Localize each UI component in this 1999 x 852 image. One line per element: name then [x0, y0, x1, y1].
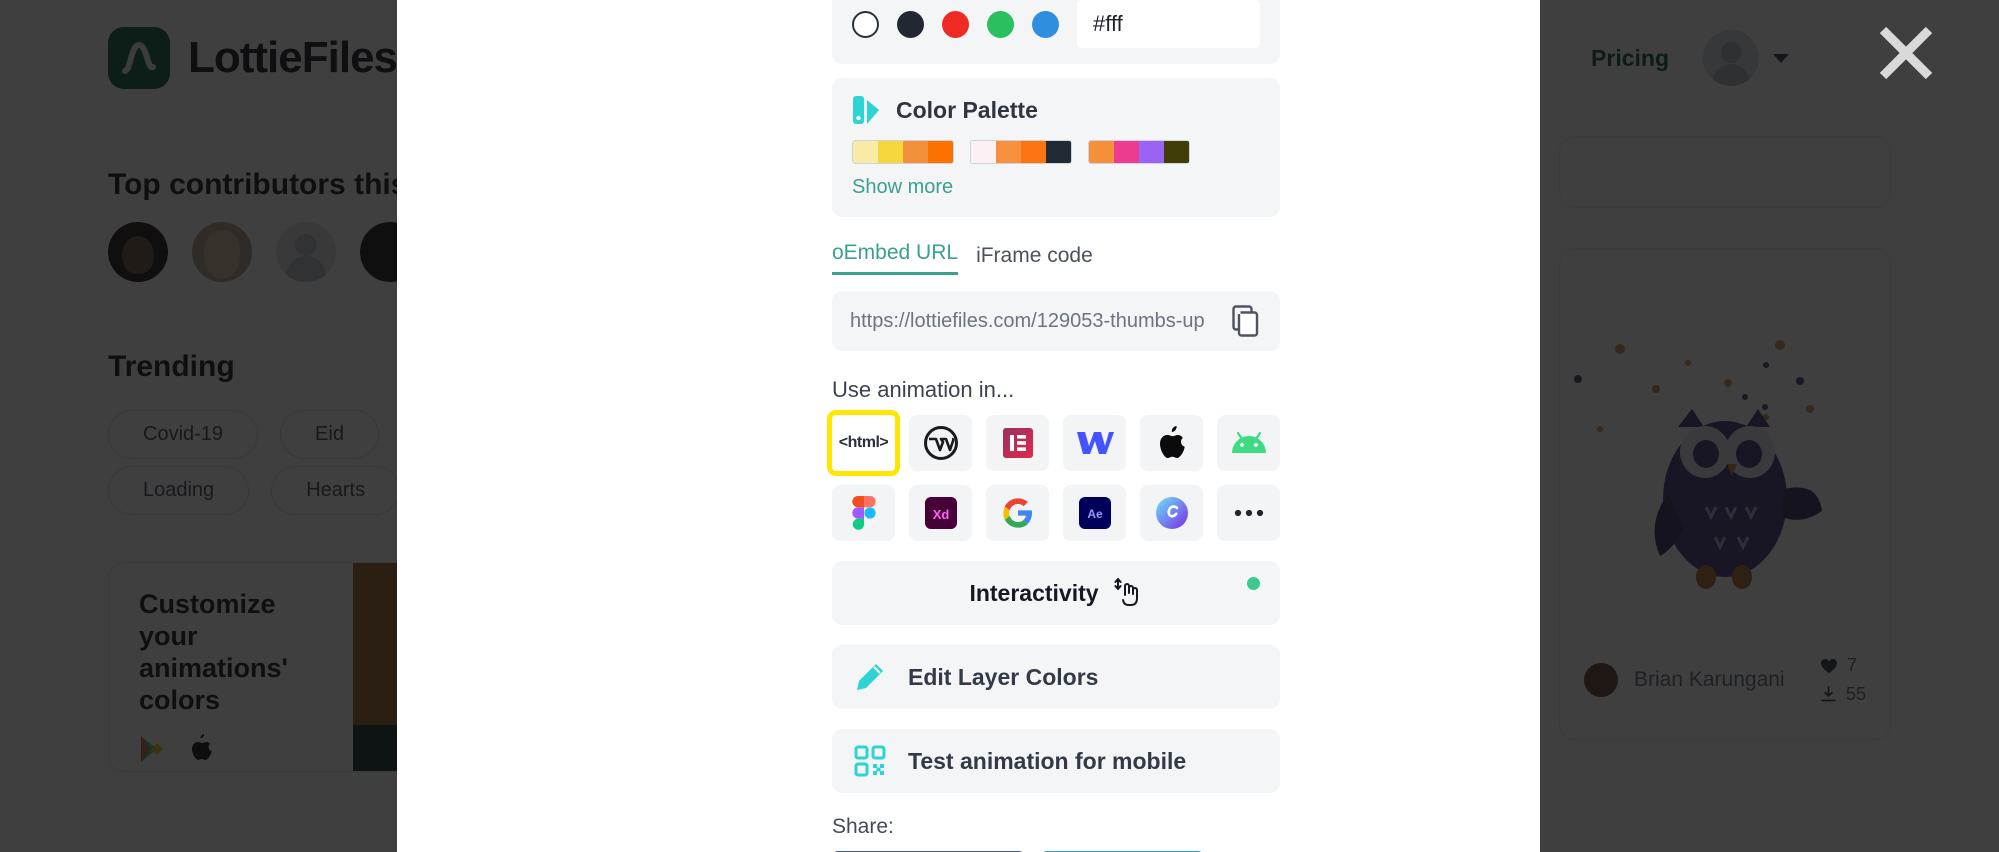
- google-icon: [1002, 498, 1032, 528]
- close-icon: [1879, 26, 1933, 80]
- webflow-icon: [1076, 432, 1114, 454]
- qr-code-icon: [854, 745, 886, 777]
- test-animation-mobile-label: Test animation for mobile: [908, 747, 1187, 774]
- tab-oembed-url[interactable]: oEmbed URL: [832, 241, 959, 275]
- interactivity-button[interactable]: Interactivity: [832, 561, 1280, 625]
- copy-icon[interactable]: [1232, 305, 1262, 337]
- tile-more-options[interactable]: [1217, 485, 1280, 541]
- hex-color-value: #fff: [1093, 11, 1123, 36]
- pencil-icon: [857, 664, 883, 690]
- close-modal-button[interactable]: [1865, 12, 1947, 94]
- interactivity-cursor-icon: [1113, 578, 1138, 606]
- modal-options-column: #fff Color Palette Show more oEmbed URL …: [832, 0, 1280, 852]
- figma-icon: [851, 496, 876, 530]
- svg-text:Ae: Ae: [1087, 507, 1103, 521]
- tile-after-effects[interactable]: Ae: [1063, 485, 1126, 541]
- color-palette-card: Color Palette Show more: [832, 78, 1280, 217]
- tile-elementor[interactable]: [986, 415, 1049, 471]
- tile-apple-ios[interactable]: [1140, 415, 1203, 471]
- color-palette-header: Color Palette: [852, 94, 1260, 126]
- svg-text:Xd: Xd: [932, 507, 949, 522]
- show-more-palettes-link[interactable]: Show more: [852, 176, 1260, 199]
- edit-layer-colors-button[interactable]: Edit Layer Colors: [832, 645, 1280, 709]
- tile-figma[interactable]: [832, 485, 895, 541]
- more-horizontal-icon: [1234, 509, 1263, 517]
- tile-wordpress[interactable]: [909, 415, 972, 471]
- embed-url-value: https://lottiefiles.com/129053-thumbs-up: [850, 309, 1205, 332]
- canva-icon: [1155, 497, 1188, 529]
- edit-layer-colors-label: Edit Layer Colors: [908, 663, 1099, 690]
- use-animation-tile-grid: <html> Xd Ae: [832, 415, 1280, 541]
- android-icon: [1231, 431, 1266, 453]
- color-swatch-dark[interactable]: [897, 10, 924, 38]
- tile-webflow[interactable]: [1063, 415, 1126, 471]
- color-swatch-green[interactable]: [987, 10, 1014, 38]
- use-animation-label: Use animation in...: [832, 377, 1015, 402]
- color-swatch-blue[interactable]: [1032, 10, 1059, 38]
- palette-option[interactable]: [970, 140, 1072, 164]
- color-palette-swatch-rows: [852, 140, 1260, 164]
- palette-option[interactable]: [1088, 140, 1190, 164]
- color-palette-icon: [853, 96, 879, 124]
- tab-iframe-code[interactable]: iFrame code: [976, 244, 1093, 275]
- interactivity-status-dot: [1247, 577, 1260, 590]
- wordpress-icon: [923, 426, 958, 460]
- embed-tabs: oEmbed URL iFrame code: [832, 241, 1280, 275]
- tile-html-embed[interactable]: <html>: [832, 415, 895, 471]
- color-palette-title: Color Palette: [896, 96, 1038, 123]
- palette-option[interactable]: [852, 140, 954, 164]
- adobe-xd-icon: Xd: [924, 497, 957, 529]
- color-picker-card: #fff: [832, 0, 1280, 64]
- elementor-icon: [1002, 428, 1033, 458]
- embed-url-field[interactable]: https://lottiefiles.com/129053-thumbs-up: [832, 291, 1280, 351]
- after-effects-icon: Ae: [1078, 497, 1111, 529]
- tile-android[interactable]: [1217, 415, 1280, 471]
- test-animation-mobile-button[interactable]: Test animation for mobile: [832, 729, 1280, 793]
- share-animation-modal: #fff Color Palette Show more oEmbed URL …: [397, 0, 1540, 852]
- interactivity-label: Interactivity: [969, 579, 1099, 606]
- tile-google[interactable]: [986, 485, 1049, 541]
- tile-html-label: <html>: [838, 434, 889, 451]
- screen-root: LottieFiles Pricing Top contributors thi…: [0, 0, 1999, 852]
- hex-color-input[interactable]: #fff: [1077, 0, 1260, 48]
- apple-icon: [1159, 426, 1185, 458]
- share-label: Share:: [832, 815, 894, 838]
- tile-canva[interactable]: [1140, 485, 1203, 541]
- color-swatch-red[interactable]: [942, 10, 969, 38]
- tile-adobe-xd[interactable]: Xd: [909, 485, 972, 541]
- color-swatch-white[interactable]: [852, 10, 879, 38]
